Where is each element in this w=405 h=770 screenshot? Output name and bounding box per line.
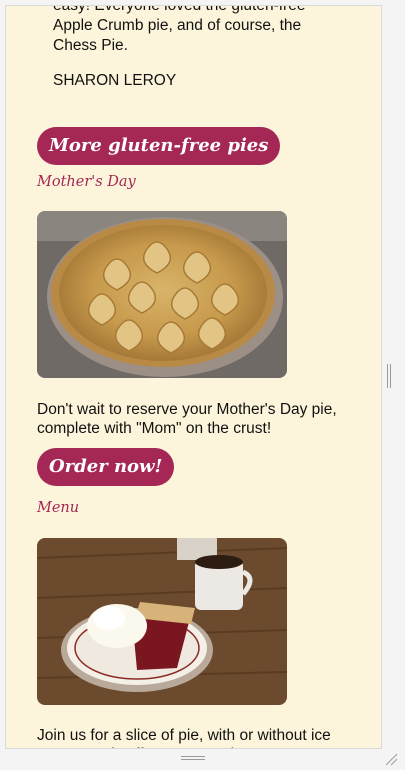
mothers-day-text: Don't wait to reserve your Mother's Day … bbox=[37, 401, 337, 437]
resize-grip-icon[interactable] bbox=[384, 751, 398, 766]
menu-link[interactable]: Menu bbox=[37, 500, 79, 516]
testimonial-author: SHARON LEROY bbox=[53, 72, 177, 89]
mothers-day-pie-photo bbox=[37, 211, 287, 378]
mothers-day-link[interactable]: Mother's Day bbox=[37, 174, 136, 190]
order-now-button[interactable]: Order now! bbox=[37, 448, 175, 486]
testimonial: easy! Everyone loved the gluten-free App… bbox=[37, 5, 342, 91]
testimonial-text: easy! Everyone loved the gluten-free App… bbox=[53, 5, 306, 54]
resize-handle-horizontal[interactable] bbox=[181, 756, 205, 760]
menu-text: Join us for a slice of pie, with or with… bbox=[37, 727, 331, 748]
more-gluten-free-pies-button[interactable]: More gluten-free pies bbox=[37, 127, 281, 165]
page-viewport[interactable]: easy! Everyone loved the gluten-free App… bbox=[5, 5, 382, 749]
resize-handle-vertical[interactable] bbox=[387, 364, 391, 388]
pie-a-la-mode-photo bbox=[37, 538, 287, 705]
